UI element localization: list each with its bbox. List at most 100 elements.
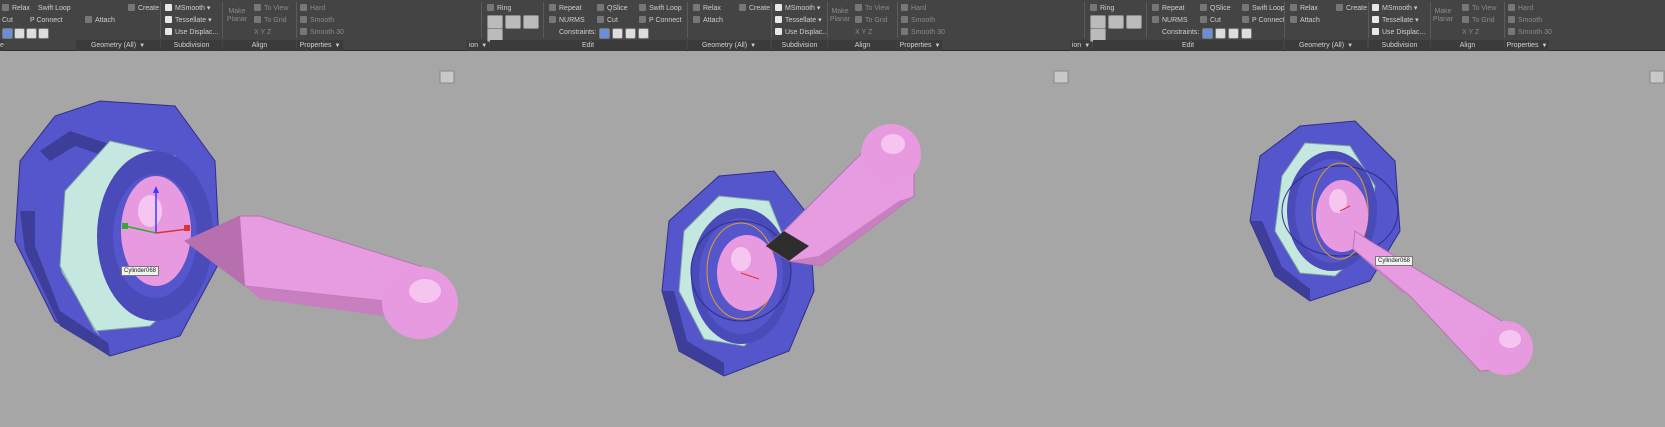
create-button[interactable]: Create [128, 4, 159, 13]
align-xyz-buttons[interactable]: X Y Z [855, 28, 872, 37]
to-view-button[interactable]: To View [1462, 4, 1496, 13]
qslice-button[interactable]: QSlice [1200, 4, 1231, 13]
section-label-stub[interactable]: ion ▼ [1070, 40, 1092, 51]
attach-button[interactable]: Attach [85, 16, 115, 25]
swift-loop-button[interactable]: Swift Loop [639, 4, 682, 13]
section-label-properties[interactable]: Properties ▼ [297, 40, 343, 51]
shrink-icon[interactable] [505, 15, 521, 29]
section-label-subdivision[interactable]: Subdivision [161, 40, 222, 51]
grow-icon[interactable] [487, 15, 503, 29]
section-label-geometry[interactable]: Geometry (All) ▼ [76, 40, 160, 51]
ring-button[interactable]: Ring [487, 4, 511, 13]
make-planar-button[interactable]: Make Planar [829, 8, 851, 24]
section-label-align[interactable]: Align [828, 40, 897, 51]
nurms-button[interactable]: NURMS [1152, 16, 1188, 25]
p-connect-button[interactable]: P Connect [1242, 16, 1285, 25]
loop-icon[interactable] [1126, 15, 1142, 29]
section-label-edit[interactable]: Edit [1093, 40, 1283, 51]
constraint-edge-icon[interactable] [14, 28, 25, 39]
align-xyz-buttons[interactable]: X Y Z [254, 28, 271, 37]
constraint-normal-icon[interactable] [1241, 28, 1252, 39]
constraint-face-icon[interactable] [625, 28, 636, 39]
3d-viewport[interactable]: Cylinder068 [0, 51, 467, 427]
to-view-button[interactable]: To View [855, 4, 889, 13]
constraint-none-icon[interactable] [599, 28, 610, 39]
make-planar-button[interactable]: Make Planar [1432, 8, 1454, 24]
shrink-icon[interactable] [1108, 15, 1124, 29]
tessellate-button[interactable]: Tessellate ▾ [775, 16, 822, 25]
use-displacement-button[interactable]: Use Displac... [1372, 28, 1425, 37]
section-label-properties[interactable]: Properties ▼ [1505, 40, 1549, 51]
divider [481, 2, 482, 38]
swift-loop-button[interactable]: Swift Loop [38, 4, 71, 13]
smooth-button[interactable]: Smooth [901, 16, 935, 25]
swift-loop-button[interactable]: Swift Loop [1242, 4, 1285, 13]
tessellate-icon [165, 16, 172, 23]
create-button[interactable]: Create [739, 4, 770, 13]
section-label-stub[interactable]: ion ▼ [467, 40, 489, 51]
cut-button[interactable]: Cut [1200, 16, 1221, 25]
section-label-geometry[interactable]: Geometry (All) ▼ [1285, 40, 1367, 51]
hard-button[interactable]: Hard [300, 4, 325, 13]
cut-button[interactable]: Cut [597, 16, 618, 25]
smooth30-button[interactable]: Smooth 30 [1508, 28, 1552, 37]
constraint-face-icon[interactable] [1228, 28, 1239, 39]
relax-button[interactable]: Relax [2, 4, 30, 13]
hard-button[interactable]: Hard [901, 4, 926, 13]
tessellate-button[interactable]: Tessellate ▾ [165, 16, 212, 25]
3d-viewport[interactable]: Cylinder068 [1110, 51, 1665, 427]
constraint-normal-icon[interactable] [38, 28, 49, 39]
constraint-none-icon[interactable] [1202, 28, 1213, 39]
section-label-subdivision[interactable]: Subdivision [1369, 40, 1430, 51]
tessellate-icon [775, 16, 782, 23]
section-label-align[interactable]: Align [223, 40, 296, 51]
use-displacement-button[interactable]: Use Displac... [165, 28, 218, 37]
make-planar-button[interactable]: Make Planar [226, 8, 248, 24]
nurms-icon [549, 16, 556, 23]
section-label-edit[interactable]: Edit [490, 40, 686, 51]
smooth-button[interactable]: Smooth [300, 16, 334, 25]
to-view-button[interactable]: To View [254, 4, 288, 13]
constraints-label: Constraints: [1162, 29, 1200, 36]
section-label-edit-stub[interactable]: e [0, 40, 4, 51]
align-xyz-buttons[interactable]: X Y Z [1462, 28, 1479, 37]
tessellate-button[interactable]: Tessellate ▾ [1372, 16, 1419, 25]
section-label-properties[interactable]: Properties ▼ [898, 40, 942, 51]
relax-button[interactable]: Relax [693, 4, 721, 13]
cut-button[interactable]: Cut [2, 16, 13, 25]
repeat-button[interactable]: Repeat [549, 4, 582, 13]
to-grid-button[interactable]: To Grid [855, 16, 888, 25]
smooth-button[interactable]: Smooth [1508, 16, 1542, 25]
qslice-button[interactable]: QSlice [597, 4, 628, 13]
section-label-subdivision[interactable]: Subdivision [772, 40, 827, 51]
relax-button[interactable]: Relax [1290, 4, 1318, 13]
to-grid-button[interactable]: To Grid [1462, 16, 1495, 25]
constraint-none-icon[interactable] [2, 28, 13, 39]
3d-viewport[interactable] [519, 51, 1070, 427]
p-connect-button[interactable]: P Connect [639, 16, 682, 25]
msmooth-button[interactable]: MSmooth ▾ [165, 4, 210, 13]
constraint-normal-icon[interactable] [638, 28, 649, 39]
attach-button[interactable]: Attach [693, 16, 723, 25]
to-grid-button[interactable]: To Grid [254, 16, 287, 25]
repeat-button[interactable]: Repeat [1152, 4, 1185, 13]
p-connect-button[interactable]: P Connect [30, 16, 63, 25]
constraint-edge-icon[interactable] [612, 28, 623, 39]
hard-icon [300, 4, 307, 11]
loop-icon[interactable] [523, 15, 539, 29]
smooth30-button[interactable]: Smooth 30 [901, 28, 945, 37]
create-button[interactable]: Create [1336, 4, 1367, 13]
constraint-face-icon[interactable] [26, 28, 37, 39]
msmooth-button[interactable]: MSmooth ▾ [1372, 4, 1417, 13]
section-label-align[interactable]: Align [1431, 40, 1504, 51]
ring-button[interactable]: Ring [1090, 4, 1114, 13]
nurms-button[interactable]: NURMS [549, 16, 585, 25]
use-displacement-button[interactable]: Use Displac... [775, 28, 828, 37]
msmooth-button[interactable]: MSmooth ▾ [775, 4, 820, 13]
attach-button[interactable]: Attach [1290, 16, 1320, 25]
section-label-geometry[interactable]: Geometry (All) ▼ [688, 40, 770, 51]
smooth30-button[interactable]: Smooth 30 [300, 28, 344, 37]
grow-icon[interactable] [1090, 15, 1106, 29]
constraint-edge-icon[interactable] [1215, 28, 1226, 39]
hard-button[interactable]: Hard [1508, 4, 1533, 13]
